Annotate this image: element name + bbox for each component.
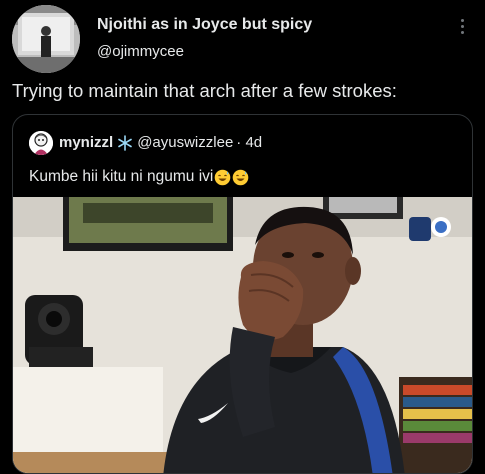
- quote-author-handle[interactable]: @ayuswizzlee: [137, 134, 233, 151]
- quote-timestamp[interactable]: · 4d: [236, 134, 262, 151]
- quote-author-name[interactable]: mynizzl: [59, 134, 113, 151]
- quote-media-image[interactable]: [13, 197, 472, 473]
- author-name[interactable]: Njoithi as in Joyce but spicy: [97, 16, 312, 34]
- grinning-sweat-emoji-icon: [214, 169, 231, 186]
- quoted-tweet-card[interactable]: mynizzl @ayuswizzlee · 4d Kumbe hii kitu…: [12, 114, 473, 474]
- tweet-text: Trying to maintain that arch after a few…: [12, 80, 397, 101]
- quote-text: Kumbe hii kitu ni ngumu ivi: [29, 168, 249, 186]
- author-avatar[interactable]: [12, 5, 80, 73]
- quote-author-avatar[interactable]: [29, 131, 53, 155]
- grinning-sweat-emoji-icon: [232, 169, 249, 186]
- quote-header: mynizzl @ayuswizzlee · 4d: [59, 134, 262, 151]
- more-options-icon[interactable]: [452, 14, 472, 38]
- author-handle[interactable]: @ojimmycee: [97, 43, 184, 60]
- quote-text-content: Kumbe hii kitu ni ngumu ivi: [29, 168, 214, 185]
- tweet: Njoithi as in Joyce but spicy @ojimmycee…: [0, 0, 485, 474]
- snowflake-icon: [117, 134, 133, 151]
